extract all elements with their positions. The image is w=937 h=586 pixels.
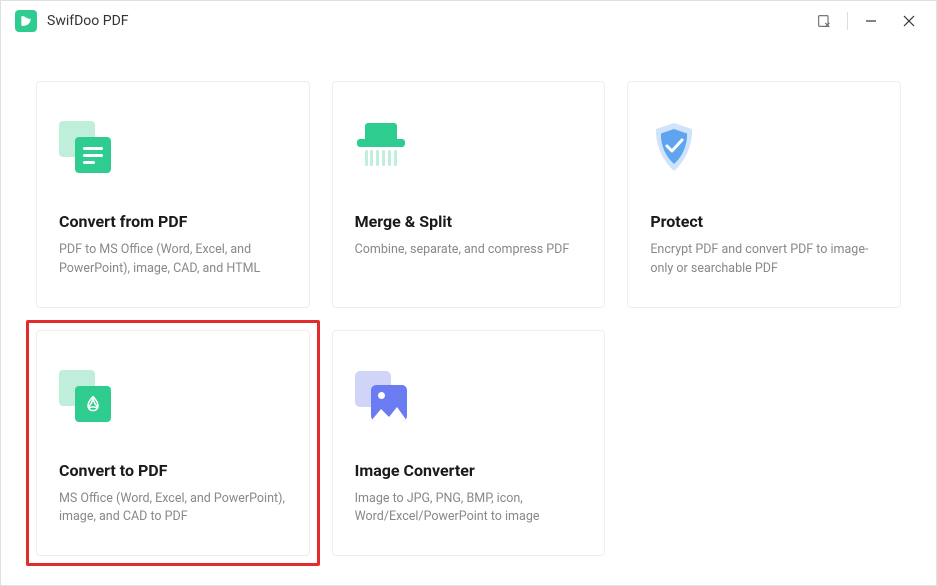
card-convert-from-pdf[interactable]: Convert from PDF PDF to MS Office (Word,… [36,81,310,308]
open-file-button[interactable] [805,4,843,38]
card-icon [355,361,585,431]
card-highlight: Convert to PDF MS Office (Word, Excel, a… [26,320,320,567]
titlebar: SwifDoo PDF [1,1,936,41]
shield-check-icon [650,121,698,173]
shredder-icon [355,123,407,171]
pdf-document-icon [59,370,111,422]
card-description: MS Office (Word, Excel, and PowerPoint),… [59,490,289,528]
close-button[interactable] [890,4,928,38]
card-title: Protect [650,212,880,231]
card-description: PDF to MS Office (Word, Excel, and Power… [59,241,289,279]
app-title: SwifDoo PDF [47,13,129,29]
titlebar-left: SwifDoo PDF [15,10,805,32]
card-protect[interactable]: Protect Encrypt PDF and convert PDF to i… [627,81,901,308]
cards-grid: Convert from PDF PDF to MS Office (Word,… [36,81,901,556]
app-logo-icon [15,10,37,32]
card-title: Image Converter [355,461,585,480]
app-window: SwifDoo PDF [0,0,937,586]
card-icon [59,361,289,431]
card-convert-to-pdf[interactable]: Convert to PDF MS Office (Word, Excel, a… [36,330,310,557]
titlebar-controls [805,4,928,38]
card-icon [355,112,585,182]
card-description: Image to JPG, PNG, BMP, icon, Word/Excel… [355,490,585,528]
card-image-converter[interactable]: Image Converter Image to JPG, PNG, BMP, … [332,330,606,557]
minimize-button[interactable] [852,4,890,38]
card-merge-split[interactable]: Merge & Split Combine, separate, and com… [332,81,606,308]
card-icon [650,112,880,182]
card-title: Convert from PDF [59,212,289,231]
card-description: Combine, separate, and compress PDF [355,241,585,260]
document-lines-icon [59,121,111,173]
card-icon [59,112,289,182]
card-title: Convert to PDF [59,461,289,480]
titlebar-divider [847,12,848,30]
card-title: Merge & Split [355,212,585,231]
card-description: Encrypt PDF and convert PDF to image-onl… [650,241,880,279]
image-stack-icon [355,371,407,421]
main-content: Convert from PDF PDF to MS Office (Word,… [1,41,936,585]
